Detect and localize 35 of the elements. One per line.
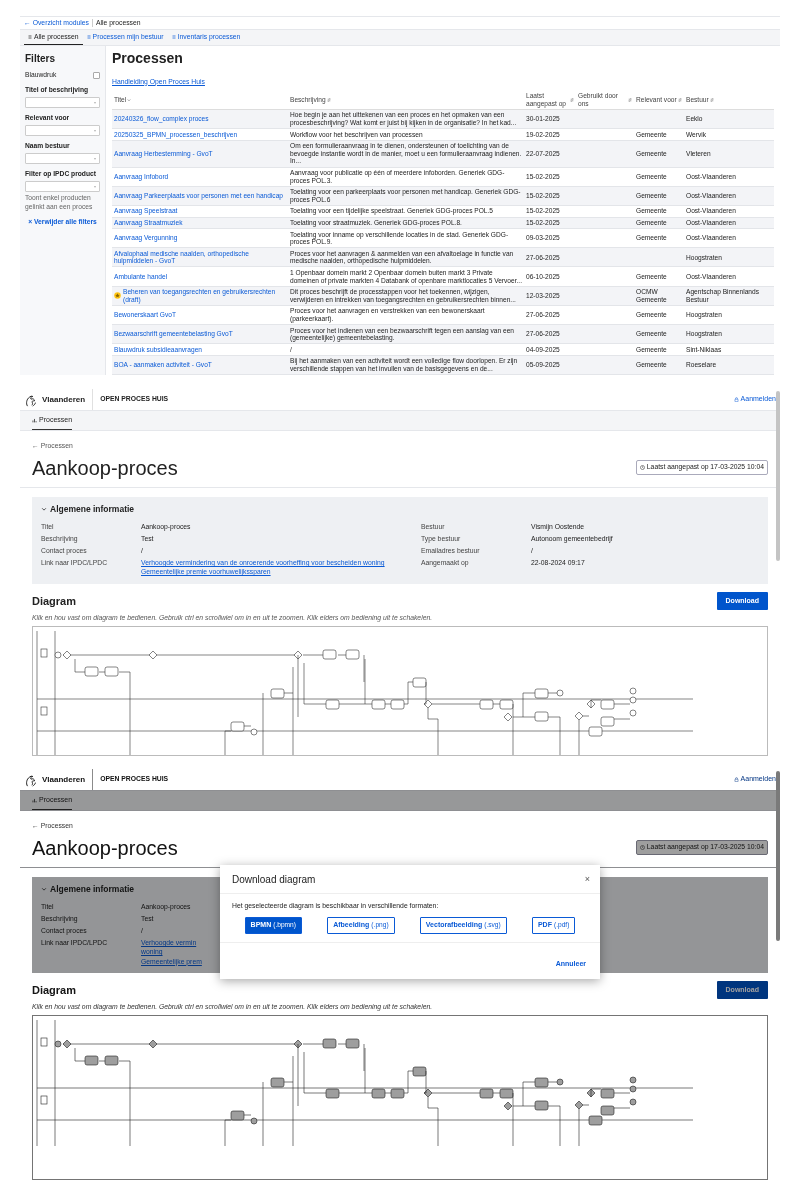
brand-name: Vlaanderen <box>42 773 86 786</box>
select-field[interactable] <box>25 181 100 193</box>
select-field[interactable] <box>25 97 100 109</box>
chart-icon <box>32 797 37 803</box>
select-field[interactable] <box>25 153 100 165</box>
scrollbar-thumb[interactable] <box>776 391 780 561</box>
page-title: Aankoop-proces <box>32 456 178 480</box>
lion-logo-icon <box>24 772 38 787</box>
sort-icon <box>628 97 632 102</box>
page-title: Aankoop-proces <box>32 836 178 860</box>
lock-icon <box>733 777 739 782</box>
page-title: Processen <box>112 50 184 67</box>
checkbox[interactable] <box>93 71 100 79</box>
sort-icon <box>326 97 331 102</box>
brand-name: Vlaanderen <box>42 393 86 406</box>
lion-logo-icon <box>24 392 38 407</box>
sort-icon <box>709 97 714 102</box>
chart-icon <box>32 417 37 423</box>
lock-icon <box>733 397 739 402</box>
chevron-down-icon <box>127 97 132 102</box>
section-heading: Diagram <box>32 593 77 609</box>
list-icon <box>86 35 91 39</box>
section-toggle[interactable]: Algemene informatie <box>41 503 759 516</box>
sort-icon <box>677 97 682 102</box>
filters-heading: Filters <box>25 52 56 66</box>
dialog-title: Download diagram <box>232 873 316 887</box>
clock-icon <box>639 465 645 470</box>
select-field[interactable] <box>25 125 100 137</box>
scrollbar-thumb[interactable] <box>776 771 780 941</box>
list-icon <box>171 35 176 39</box>
close-button[interactable]: × <box>584 875 590 884</box>
list-icon <box>28 35 32 39</box>
clock-icon <box>639 845 645 850</box>
section-heading: Diagram <box>32 982 77 998</box>
sort-icon <box>570 97 574 102</box>
